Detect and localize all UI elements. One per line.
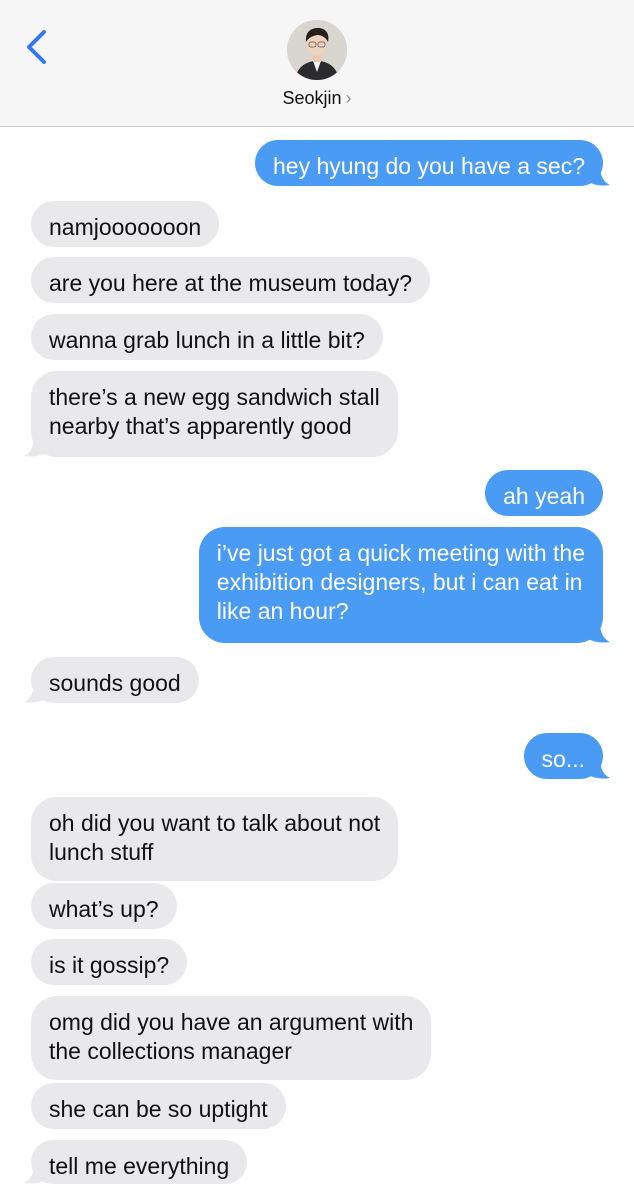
incoming-message-bubble[interactable]: omg did you have an argument with the co… (31, 996, 432, 1080)
incoming-message-bubble[interactable]: namjooooooon (31, 201, 220, 247)
chevron-right-icon: › (345, 88, 352, 108)
outgoing-message-bubble[interactable]: ah yeah (485, 470, 603, 516)
message-text: namjooooooon (49, 214, 202, 240)
incoming-message-bubble[interactable]: sounds good (24, 657, 199, 703)
incoming-message-bubble[interactable]: there’s a new egg sandwich stall nearby … (24, 371, 398, 457)
message-text: oh did you want to talk about not lunch … (49, 810, 381, 865)
message-text: so... (541, 746, 585, 772)
chevron-left-icon[interactable] (22, 28, 52, 66)
message-text: what’s up? (49, 896, 159, 922)
message-text: sounds good (49, 670, 181, 696)
message-text: tell me everything (49, 1153, 230, 1179)
message-text: wanna grab lunch in a little bit? (49, 327, 365, 353)
message-text: is it gossip? (49, 952, 170, 978)
incoming-message-bubble[interactable]: oh did you want to talk about not lunch … (31, 797, 399, 881)
message-text: ah yeah (503, 483, 585, 509)
incoming-message-bubble[interactable]: what’s up? (31, 883, 177, 929)
message-text: hey hyung do you have a sec? (272, 153, 585, 179)
message-text: omg did you have an argument with the co… (49, 1009, 414, 1064)
outgoing-message-bubble[interactable]: so... (523, 733, 610, 779)
incoming-message-bubble[interactable]: wanna grab lunch in a little bit? (31, 314, 383, 360)
message-text: are you here at the museum today? (49, 270, 413, 296)
message-text: there’s a new egg sandwich stall nearby … (49, 384, 380, 439)
outgoing-message-bubble[interactable]: i’ve just got a quick meeting with the e… (198, 527, 610, 643)
outgoing-message-bubble[interactable]: hey hyung do you have a sec? (254, 140, 610, 186)
message-text: i’ve just got a quick meeting with the e… (216, 540, 585, 624)
incoming-message-bubble[interactable]: is it gossip? (31, 939, 188, 985)
bubble-tail-icon (24, 1162, 46, 1184)
bubble-tail-icon (588, 621, 610, 643)
bubble-tail-icon (24, 681, 46, 703)
message-text: she can be so uptight (49, 1096, 268, 1122)
contact-name: Seokjin (282, 88, 342, 108)
incoming-message-bubble[interactable]: tell me everything (24, 1140, 248, 1184)
avatar[interactable] (287, 20, 347, 80)
conversation-header: Seokjin › (0, 0, 634, 127)
incoming-message-bubble[interactable]: she can be so uptight (31, 1083, 286, 1129)
bubble-tail-icon (588, 757, 610, 779)
bubble-tail-icon (588, 164, 610, 186)
contact-name-button[interactable]: Seokjin › (0, 88, 634, 109)
incoming-message-bubble[interactable]: are you here at the museum today? (31, 257, 431, 303)
avatar-photo-icon (287, 20, 347, 80)
bubble-tail-icon (24, 435, 46, 457)
